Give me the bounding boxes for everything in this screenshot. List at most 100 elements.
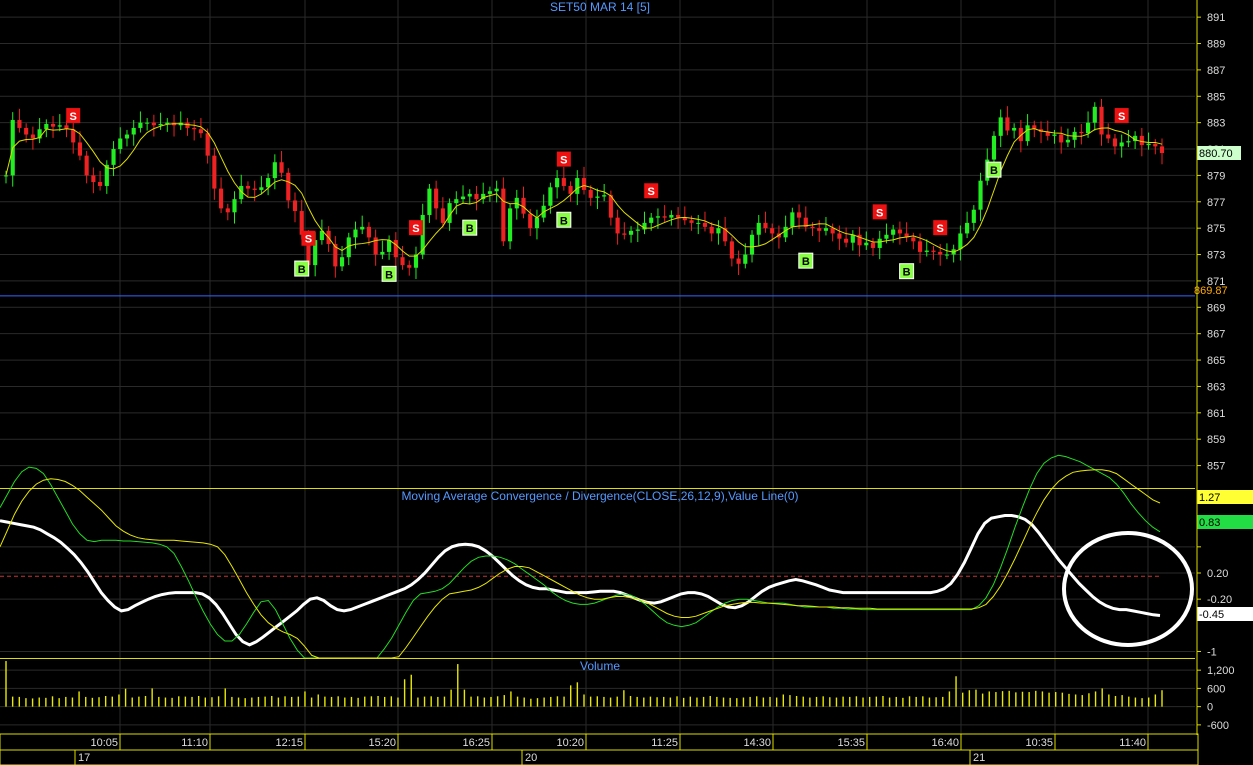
price-tick-label: 873 <box>1207 250 1225 262</box>
marker-label: S <box>1118 111 1125 123</box>
marker-label: B <box>560 215 568 227</box>
candle-body <box>353 229 358 238</box>
candle-body <box>870 242 876 248</box>
candle-body <box>998 117 1003 136</box>
candle-body <box>1119 142 1124 147</box>
candle-body <box>1153 143 1158 147</box>
candle-body <box>615 217 620 234</box>
candle-body <box>716 228 721 234</box>
candle-body <box>17 120 22 128</box>
marker-label: B <box>298 264 306 276</box>
candle-body <box>427 188 432 215</box>
last-price-label: 880.70 <box>1197 145 1241 160</box>
candle-body <box>763 222 768 229</box>
candle-body <box>440 208 445 223</box>
candle-body <box>232 199 237 213</box>
marker-label: S <box>412 223 419 235</box>
candle-body <box>158 123 163 126</box>
marker-label: S <box>876 207 883 219</box>
candle-body <box>124 134 130 139</box>
price-tick-label: 869 <box>1207 302 1225 314</box>
stock-chart: SET50 MAR 14 [5] S B S B S B B S S B S B S B S 891 889 8… <box>0 0 1253 765</box>
marker-label: S <box>305 234 312 246</box>
candle-body <box>360 226 365 230</box>
marker-label: B <box>802 256 810 268</box>
candle-body <box>44 123 49 130</box>
candle-body <box>844 238 849 243</box>
macd-value-label-2: 0.83 <box>1199 517 1220 529</box>
candle-body <box>501 188 506 242</box>
candle-body <box>796 212 802 218</box>
candle-body <box>1065 139 1070 143</box>
marker-label: B <box>385 269 393 281</box>
price-chart-title: SET50 MAR 14 [5] <box>550 0 650 14</box>
svg-text:880.70: 880.70 <box>1199 148 1233 160</box>
marker-label: B <box>990 165 998 177</box>
day-tick-label: 21 <box>973 752 985 764</box>
marker-label: B <box>466 223 474 235</box>
time-tick-label: 14:30 <box>743 737 771 749</box>
candle-body <box>218 188 224 209</box>
day-tick-label: 17 <box>78 752 90 764</box>
volume-title: Volume <box>580 659 620 673</box>
time-tick-label: 16:40 <box>931 737 959 749</box>
volume-tick-label: 0 <box>1207 702 1213 714</box>
candle-body <box>1012 127 1017 131</box>
candle-body <box>749 234 755 255</box>
volume-tick-label: 600 <box>1207 683 1225 695</box>
marker-label: B <box>903 267 911 279</box>
time-tick-label: 12:15 <box>275 737 303 749</box>
candle-body <box>131 127 136 135</box>
macd-value-label-1: 1.27 <box>1199 492 1220 504</box>
price-tick-label: 859 <box>1207 434 1225 446</box>
macd-tick-label: 0.20 <box>1207 568 1228 580</box>
candle-body <box>770 228 775 234</box>
candle-body <box>628 230 634 235</box>
candle-body <box>669 214 674 218</box>
candle-body <box>575 178 580 194</box>
candle-body <box>212 155 217 189</box>
macd-value-label-3: -0.45 <box>1199 609 1224 621</box>
candle-body <box>259 187 264 190</box>
candle-body <box>507 208 513 242</box>
macd-tick-label: -0.20 <box>1207 594 1232 606</box>
candle-body <box>30 134 35 139</box>
candle-body <box>434 188 439 209</box>
candle-body <box>84 155 89 176</box>
time-tick-label: 10:35 <box>1025 737 1053 749</box>
time-tick-label: 10:20 <box>556 737 584 749</box>
candle-body <box>1079 131 1084 134</box>
candle-body <box>689 220 694 223</box>
candle-body <box>555 178 560 188</box>
candle-body <box>98 182 103 186</box>
candle-body <box>245 185 251 189</box>
time-tick-label: 11:25 <box>651 737 678 749</box>
candle-body <box>77 142 83 156</box>
candle-body <box>702 222 708 227</box>
candle-body <box>655 216 661 218</box>
candle-body <box>494 188 499 192</box>
candle-body <box>743 254 748 264</box>
chart-background <box>0 0 1253 765</box>
candle-body <box>595 196 600 198</box>
candle-body <box>709 226 714 234</box>
candle-body <box>1092 106 1097 123</box>
candle-body <box>1139 135 1144 146</box>
candle-body <box>407 265 412 268</box>
candle-body <box>1005 117 1010 131</box>
candle-body <box>145 122 150 124</box>
candle-body <box>548 187 553 206</box>
candle-body <box>528 213 533 229</box>
candle-body <box>1126 141 1131 143</box>
price-tick-label: 875 <box>1207 223 1225 235</box>
candle-body <box>917 241 923 252</box>
volume-tick-label: -600 <box>1207 720 1229 732</box>
candle-body <box>622 233 627 235</box>
candle-body <box>891 229 896 235</box>
candle-body <box>662 216 667 218</box>
candle-body <box>467 193 472 197</box>
candle-body <box>118 138 123 150</box>
volume-tick-label: 1,200 <box>1207 665 1235 677</box>
candle-body <box>561 178 566 186</box>
candle-body <box>837 233 842 239</box>
